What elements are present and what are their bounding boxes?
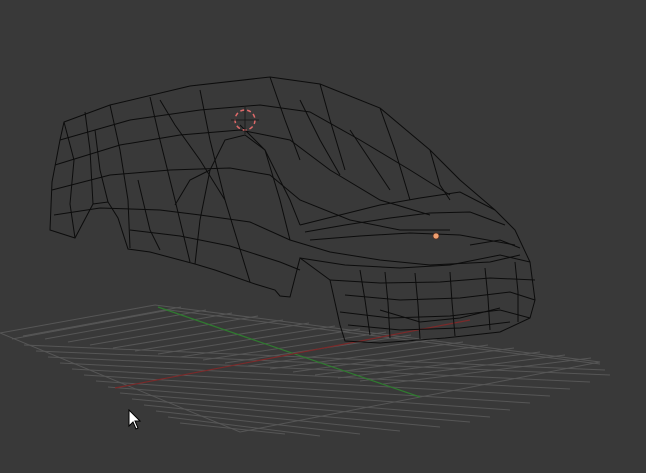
3d-cursor-icon[interactable] [231, 106, 259, 134]
viewport-scene[interactable] [0, 0, 646, 473]
mouse-pointer-icon [128, 409, 142, 430]
object-origin-icon [432, 232, 440, 240]
floor-grid [0, 304, 611, 437]
car-wireframe-mesh[interactable] [49, 76, 536, 344]
3d-viewport[interactable] [0, 0, 646, 473]
x-axis-line [114, 319, 471, 389]
